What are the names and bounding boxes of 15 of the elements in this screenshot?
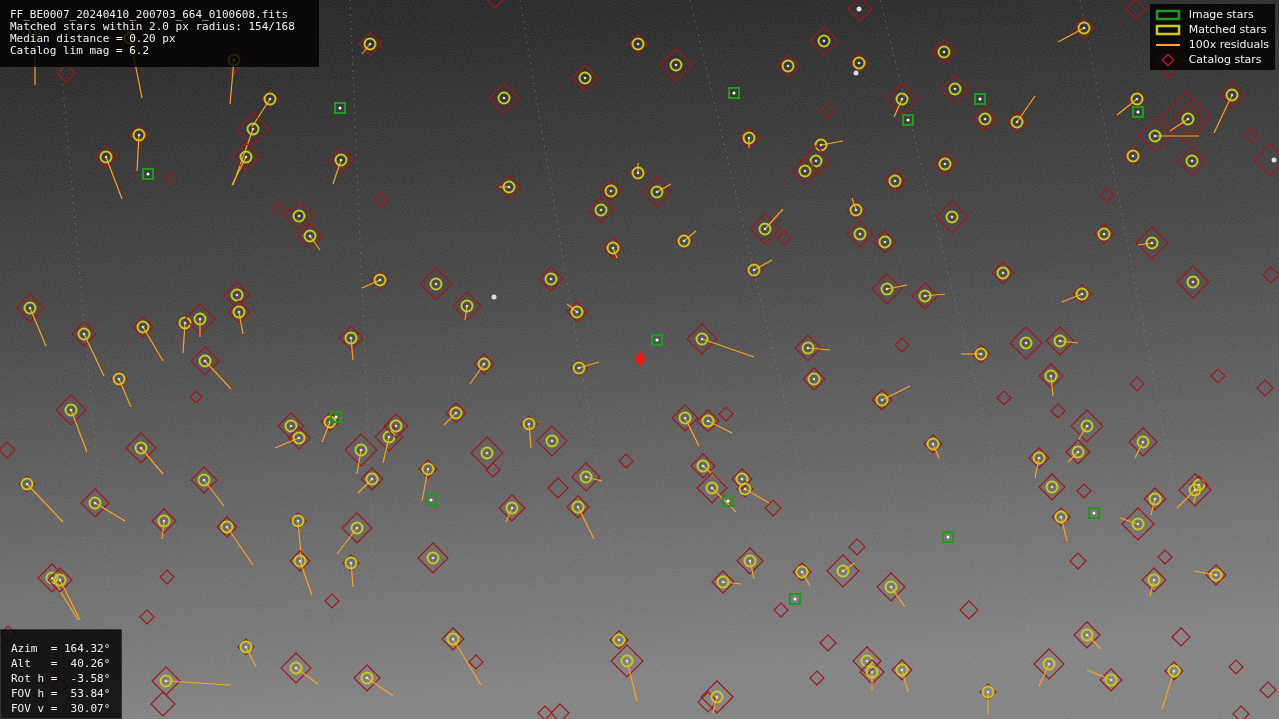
pointing-text: FOV v = 30.07° <box>11 701 111 716</box>
legend-label: Image stars <box>1188 8 1254 21</box>
legend-label: Catalog stars <box>1188 53 1262 66</box>
info-text: Matched stars within 2.0 px radius: 154/168 <box>10 21 296 33</box>
legend-box-icon <box>1154 8 1181 21</box>
info-text: FF_BE0007_20240410_200703_664_0100608.fits <box>10 9 290 21</box>
info-text: Median distance = 0.20 px <box>10 33 177 45</box>
legend-box-icon <box>1154 23 1181 36</box>
pointing-text: Rot h = -3.58° <box>11 671 111 686</box>
pointing-text: Alt = 40.26° <box>11 656 111 671</box>
legend-label: Matched stars <box>1188 23 1267 36</box>
pointing-text: Azim = 164.32° <box>11 641 111 656</box>
info-text: Catalog lim mag = 6.2 <box>10 45 151 57</box>
pointing-text: FOV h = 53.84° <box>11 686 111 701</box>
legend-label: 100x residuals <box>1188 38 1269 51</box>
